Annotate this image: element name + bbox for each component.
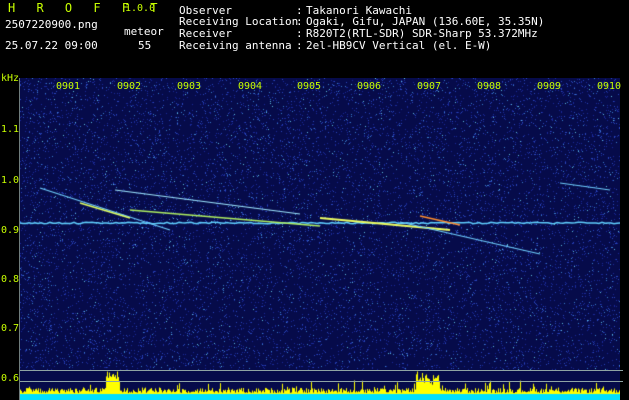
x-tick-0910: 0910 [596,81,622,92]
file-name: 2507220900.png [5,18,98,31]
app-version: 1.0.0 [125,3,156,14]
x-tick-0908: 0908 [476,81,502,92]
spectrogram-panel [20,78,620,400]
x-tick-0902: 0902 [116,81,142,92]
y-tick-1.0: 1.0 [1,175,20,186]
baseline-upper [20,370,623,371]
y-tick-0.9: 0.9 [1,225,20,236]
x-tick-0906: 0906 [356,81,382,92]
y-axis-line [19,78,20,400]
antenna-value: 2el-HB9CV Vertical (el. E-W) [306,39,492,52]
y-tick-0.6: 0.6 [1,373,20,384]
meteor-count: 55 [138,39,152,52]
y-tick-0.7: 0.7 [1,323,20,334]
y-axis-unit: kHz [1,73,20,84]
x-tick-0907: 0907 [416,81,442,92]
antenna-label: Receiving antenna [179,39,292,52]
spectrogram [20,78,620,400]
x-tick-0903: 0903 [176,81,202,92]
y-tick-1.1: 1.1 [1,124,20,135]
y-tick-0.8: 0.8 [1,274,20,285]
antenna-colon: : [296,39,303,52]
date-time: 25.07.22 09:00 [5,39,98,52]
header: H R O F F T 1.0.0 2507220900.png 25.07.2… [0,0,629,72]
x-tick-0909: 0909 [536,81,562,92]
x-tick-0904: 0904 [237,81,263,92]
x-tick-0901: 0901 [55,81,81,92]
meteor-label: meteor [124,25,164,38]
baseline-lower [20,381,623,382]
x-tick-0905: 0905 [296,81,322,92]
